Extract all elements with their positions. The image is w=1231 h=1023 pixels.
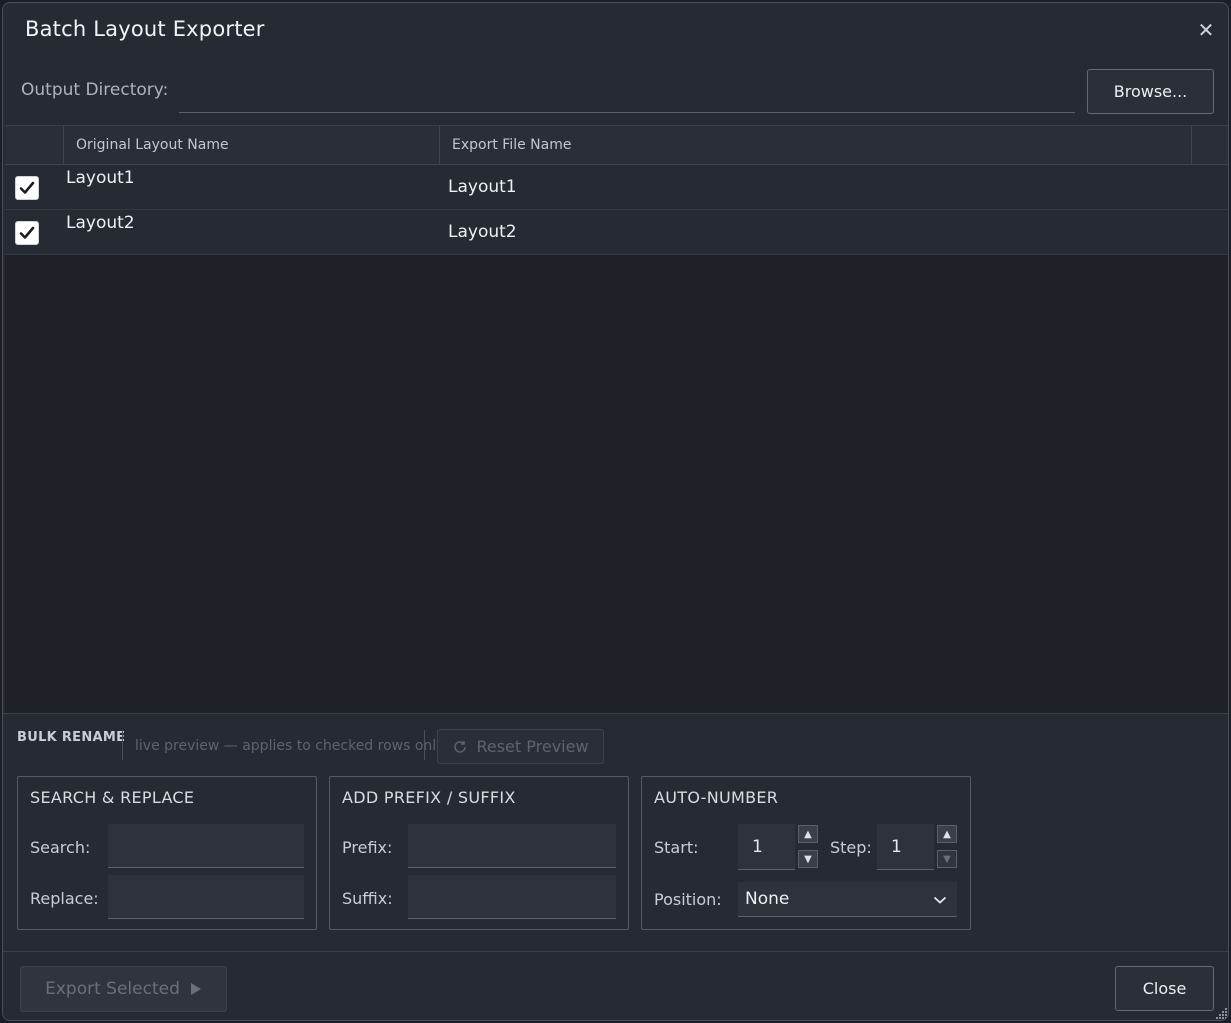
divider xyxy=(122,730,123,760)
prefix-label: Prefix: xyxy=(342,838,393,857)
auto-number-title: AUTO-NUMBER xyxy=(654,788,779,807)
start-label: Start: xyxy=(654,838,699,857)
prefix-field[interactable] xyxy=(408,824,616,868)
export-name-cell[interactable]: Layout1 xyxy=(448,177,517,197)
start-increment-button[interactable]: ▲ xyxy=(798,825,818,843)
bulk-rename-panel: BULK RENAME live preview — applies to ch… xyxy=(3,713,1228,951)
bulk-rename-label: BULK RENAME xyxy=(17,730,126,745)
divider xyxy=(424,730,425,760)
column-header-export[interactable]: Export File Name xyxy=(439,126,1191,165)
step-spinner-value[interactable]: 1 xyxy=(877,824,934,870)
reset-preview-button[interactable]: Reset Preview xyxy=(437,729,604,764)
suffix-label: Suffix: xyxy=(342,889,393,908)
search-field[interactable] xyxy=(108,824,304,868)
step-label: Step: xyxy=(830,838,872,857)
position-label: Position: xyxy=(654,890,722,909)
position-selected-value: None xyxy=(745,889,790,909)
dialog-footer: Export Selected Close xyxy=(3,951,1228,1020)
export-selected-button[interactable]: Export Selected xyxy=(20,966,227,1012)
refresh-icon xyxy=(454,740,467,753)
row-checkbox[interactable] xyxy=(15,221,39,245)
row-checkbox[interactable] xyxy=(15,176,39,200)
chevron-down-icon xyxy=(933,882,947,917)
column-header-check xyxy=(5,126,63,165)
prefix-suffix-group: ADD PREFIX / SUFFIX Prefix: Suffix: xyxy=(329,776,629,930)
table-header: Original Layout Name Export File Name xyxy=(5,125,1228,165)
reset-preview-label: Reset Preview xyxy=(476,737,589,756)
export-selected-label: Export Selected xyxy=(45,979,180,999)
bulk-rename-hint: live preview — applies to checked rows o… xyxy=(135,738,445,754)
resize-grip-icon[interactable] xyxy=(1214,1006,1228,1020)
output-directory-field[interactable] xyxy=(179,71,1075,113)
search-replace-title: SEARCH & REPLACE xyxy=(30,788,195,807)
browse-button[interactable]: Browse... xyxy=(1087,69,1214,114)
replace-label: Replace: xyxy=(30,889,99,908)
original-name-cell: Layout2 xyxy=(66,213,135,233)
close-icon[interactable]: ✕ xyxy=(1193,17,1219,43)
suffix-field[interactable] xyxy=(408,875,616,919)
start-spinner-value[interactable]: 1 xyxy=(738,824,795,870)
replace-field[interactable] xyxy=(108,875,304,919)
layout-table: Original Layout Name Export File Name La… xyxy=(5,125,1228,715)
export-name-cell[interactable]: Layout2 xyxy=(448,222,517,242)
checkmark-icon xyxy=(19,226,35,239)
start-decrement-button[interactable]: ▼ xyxy=(798,850,818,868)
column-header-original[interactable]: Original Layout Name xyxy=(63,126,439,165)
search-replace-group: SEARCH & REPLACE Search: Replace: xyxy=(17,776,317,930)
auto-number-group: AUTO-NUMBER Start: 1 ▲ ▼ Step: 1 ▲ ▼ Pos… xyxy=(641,776,971,930)
checkmark-icon xyxy=(19,181,35,194)
play-icon xyxy=(190,983,201,995)
prefix-suffix-title: ADD PREFIX / SUFFIX xyxy=(342,788,516,807)
close-button[interactable]: Close xyxy=(1115,966,1214,1011)
table-row[interactable]: Layout1 Layout1 xyxy=(5,165,1228,210)
batch-exporter-dialog: Batch Layout Exporter ✕ Output Directory… xyxy=(2,2,1229,1021)
table-row[interactable]: Layout2 Layout2 xyxy=(5,210,1228,255)
column-header-spacer xyxy=(1191,126,1228,165)
step-decrement-button[interactable]: ▼ xyxy=(937,850,957,868)
step-increment-button[interactable]: ▲ xyxy=(937,825,957,843)
output-directory-label: Output Directory: xyxy=(21,80,169,100)
position-select[interactable]: None xyxy=(738,882,957,917)
dialog-title: Batch Layout Exporter xyxy=(25,17,265,41)
original-name-cell: Layout1 xyxy=(66,168,135,188)
search-label: Search: xyxy=(30,838,91,857)
